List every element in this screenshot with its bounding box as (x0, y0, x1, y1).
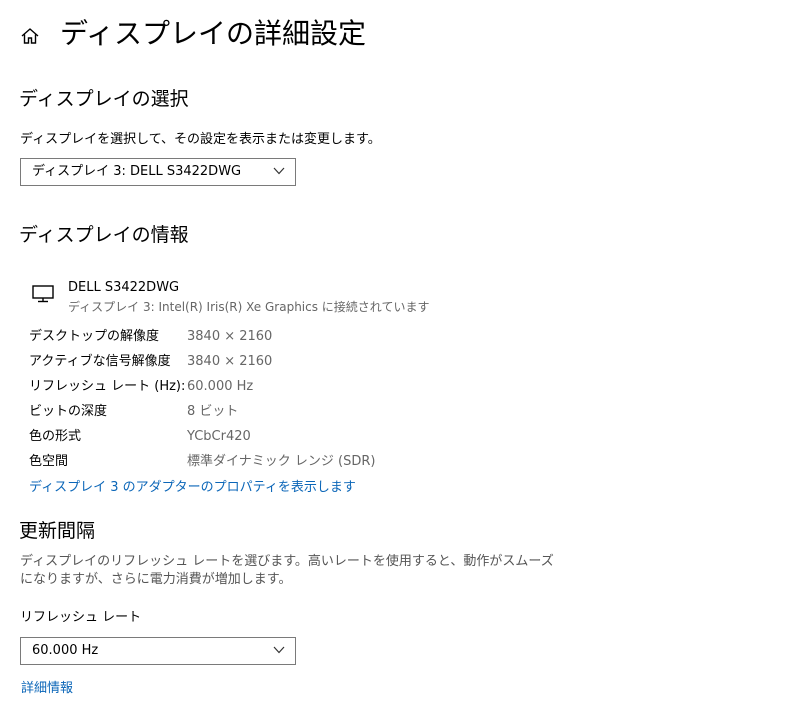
refresh-rate-label: リフレッシュ レート (20, 610, 142, 625)
chevron-down-icon (273, 167, 285, 175)
refresh-rate-dropdown[interactable]: 60.000 Hz (20, 637, 296, 665)
info-value: 8 ビット (187, 404, 239, 419)
page-title: ディスプレイの詳細設定 (60, 17, 367, 50)
info-row-desktop-resolution: デスクトップの解像度 3840 × 2160 (29, 328, 529, 348)
refresh-heading: 更新間隔 (19, 520, 96, 542)
display-select-heading: ディスプレイの選択 (19, 88, 189, 110)
info-label: アクティブな信号解像度 (29, 354, 171, 369)
monitor-icon (32, 285, 54, 303)
info-row-refresh-rate: リフレッシュ レート (Hz): 60.000 Hz (29, 378, 529, 398)
info-label: リフレッシュ レート (Hz): (29, 379, 186, 394)
refresh-description-line1: ディスプレイのリフレッシュ レートを選びます。高いレートを使用すると、動作がスム… (20, 554, 554, 569)
info-value: 3840 × 2160 (187, 329, 273, 344)
info-value: YCbCr420 (187, 429, 251, 444)
info-label: 色空間 (29, 454, 69, 469)
info-label: 色の形式 (29, 429, 82, 444)
monitor-name: DELL S3422DWG (68, 280, 180, 295)
display-info-heading: ディスプレイの情報 (19, 224, 189, 246)
monitor-connection: ディスプレイ 3: Intel(R) Iris(R) Xe Graphics に… (68, 300, 430, 314)
refresh-rate-dropdown-value: 60.000 Hz (32, 643, 99, 658)
info-value: 3840 × 2160 (187, 354, 273, 369)
info-row-color-format: 色の形式 YCbCr420 (29, 428, 529, 448)
details-link[interactable]: 詳細情報 (21, 680, 73, 698)
info-label: ビットの深度 (29, 404, 108, 419)
display-dropdown-value: ディスプレイ 3: DELL S3422DWG (32, 164, 242, 179)
info-value: 標準ダイナミック レンジ (SDR) (187, 454, 376, 469)
adapter-properties-link[interactable]: ディスプレイ 3 のアダプターのプロパティを表示します (29, 479, 356, 497)
chevron-down-icon (273, 646, 285, 654)
info-value: 60.000 Hz (187, 379, 254, 394)
info-row-color-space: 色空間 標準ダイナミック レンジ (SDR) (29, 453, 529, 473)
display-select-description: ディスプレイを選択して、その設定を表示または変更します。 (20, 132, 381, 147)
settings-page: ディスプレイの詳細設定 ディスプレイの選択 ディスプレイを選択して、その設定を表… (0, 0, 804, 727)
refresh-description-line2: になりますが、さらに電力消費が増加します。 (20, 572, 292, 587)
home-icon[interactable] (20, 26, 40, 46)
info-label: デスクトップの解像度 (29, 329, 160, 344)
display-dropdown[interactable]: ディスプレイ 3: DELL S3422DWG (20, 158, 296, 186)
info-row-active-signal-resolution: アクティブな信号解像度 3840 × 2160 (29, 353, 529, 373)
info-row-bit-depth: ビットの深度 8 ビット (29, 403, 529, 423)
